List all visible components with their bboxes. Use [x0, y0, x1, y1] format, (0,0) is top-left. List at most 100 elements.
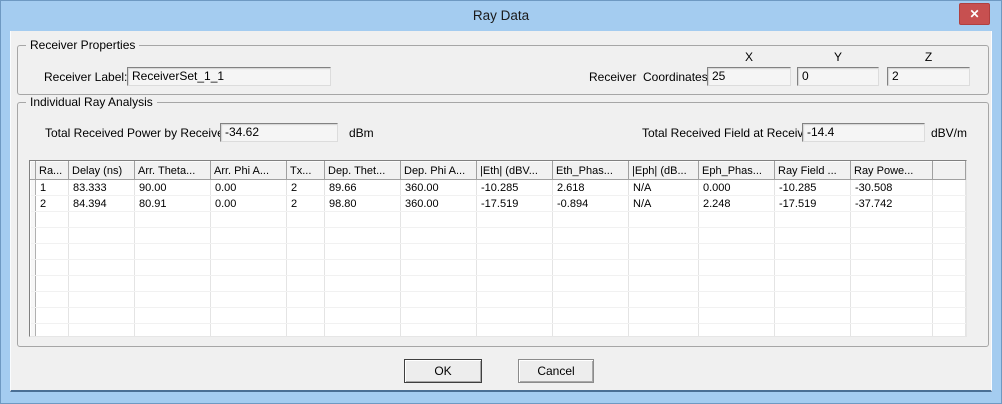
empty-cell — [629, 324, 699, 338]
ok-button[interactable]: OK — [404, 359, 482, 383]
empty-cell — [287, 276, 325, 292]
empty-cell — [477, 228, 553, 244]
empty-cell — [933, 308, 966, 324]
empty-row — [31, 324, 966, 338]
empty-cell — [287, 212, 325, 228]
empty-cell — [325, 212, 401, 228]
table-row[interactable]: 183.33390.000.00289.66360.00-10.2852.618… — [31, 180, 966, 196]
empty-cell — [553, 324, 629, 338]
total-field-caption: Total Received Field at Receiver: — [642, 126, 817, 140]
total-power-unit: dBm — [349, 126, 374, 140]
receiver-label-input[interactable]: ReceiverSet_1_1 — [127, 67, 331, 86]
cell-filler — [933, 180, 966, 196]
empty-cell — [477, 308, 553, 324]
empty-cell — [477, 276, 553, 292]
empty-cell — [325, 276, 401, 292]
empty-cell — [211, 324, 287, 338]
empty-cell — [36, 292, 69, 308]
column-header[interactable]: Ray Powe... — [851, 162, 933, 180]
empty-cell — [553, 308, 629, 324]
empty-cell — [287, 308, 325, 324]
empty-cell — [69, 292, 135, 308]
coordinate-z-input[interactable]: 2 — [887, 67, 970, 86]
empty-cell — [699, 260, 775, 276]
empty-cell — [401, 228, 477, 244]
empty-cell — [775, 292, 851, 308]
column-header[interactable]: Arr. Phi A... — [211, 162, 287, 180]
empty-cell — [325, 260, 401, 276]
column-header[interactable]: Tx... — [287, 162, 325, 180]
empty-cell — [851, 308, 933, 324]
empty-cell — [36, 244, 69, 260]
ray-data-table-container[interactable]: Ra...Delay (ns)Arr. Theta...Arr. Phi A..… — [29, 160, 967, 337]
ray-data-table: Ra...Delay (ns)Arr. Theta...Arr. Phi A..… — [30, 161, 966, 337]
empty-cell — [135, 292, 211, 308]
total-field-input[interactable]: -14.4 — [802, 123, 925, 142]
empty-cell — [775, 276, 851, 292]
cell: -30.508 — [851, 180, 933, 196]
empty-row — [31, 276, 966, 292]
empty-cell — [69, 228, 135, 244]
cell: -0.894 — [553, 196, 629, 212]
empty-cell — [401, 276, 477, 292]
coordinate-y-label: Y — [797, 50, 879, 64]
empty-cell — [477, 324, 553, 338]
empty-cell — [553, 244, 629, 260]
empty-cell — [933, 292, 966, 308]
empty-cell — [629, 308, 699, 324]
column-header[interactable]: |Eth| (dBV... — [477, 162, 553, 180]
empty-cell — [933, 324, 966, 338]
column-header[interactable]: Dep. Phi A... — [401, 162, 477, 180]
close-button[interactable]: ✕ — [959, 3, 990, 25]
cancel-button[interactable]: Cancel — [518, 359, 594, 383]
column-header[interactable]: Ray Field ... — [775, 162, 851, 180]
empty-cell — [211, 292, 287, 308]
empty-cell — [933, 212, 966, 228]
table-row[interactable]: 284.39480.910.00298.80360.00-17.519-0.89… — [31, 196, 966, 212]
receiver-label-caption: Receiver Label: — [44, 70, 127, 84]
empty-cell — [629, 276, 699, 292]
empty-cell — [135, 324, 211, 338]
cell: 89.66 — [325, 180, 401, 196]
empty-cell — [933, 244, 966, 260]
empty-cell — [287, 324, 325, 338]
cell: 84.394 — [69, 196, 135, 212]
column-header[interactable]: Ra... — [36, 162, 69, 180]
total-power-input[interactable]: -34.62 — [220, 123, 338, 142]
empty-cell — [287, 228, 325, 244]
total-power-caption: Total Received Power by Receiver: — [45, 126, 231, 140]
coordinate-x-input[interactable]: 25 — [707, 67, 791, 86]
receiver-properties-legend: Receiver Properties — [26, 38, 139, 52]
empty-row — [31, 292, 966, 308]
table-header-row: Ra...Delay (ns)Arr. Theta...Arr. Phi A..… — [31, 162, 966, 180]
empty-cell — [933, 260, 966, 276]
column-header[interactable]: Dep. Thet... — [325, 162, 401, 180]
empty-cell — [401, 260, 477, 276]
column-header[interactable]: Eph_Phas... — [699, 162, 775, 180]
cell-filler — [933, 196, 966, 212]
empty-row — [31, 308, 966, 324]
cell: -17.519 — [775, 196, 851, 212]
individual-ray-analysis-legend: Individual Ray Analysis — [26, 95, 157, 109]
empty-cell — [36, 308, 69, 324]
empty-cell — [775, 260, 851, 276]
column-header-filler — [933, 162, 966, 180]
column-header[interactable]: Arr. Theta... — [135, 162, 211, 180]
cell: -10.285 — [775, 180, 851, 196]
empty-cell — [851, 292, 933, 308]
empty-cell — [851, 324, 933, 338]
column-header[interactable]: Delay (ns) — [69, 162, 135, 180]
coordinate-y-input[interactable]: 0 — [797, 67, 879, 86]
cell: 98.80 — [325, 196, 401, 212]
column-header[interactable]: |Eph| (dB... — [629, 162, 699, 180]
empty-cell — [325, 324, 401, 338]
empty-cell — [36, 276, 69, 292]
close-icon: ✕ — [969, 7, 979, 21]
empty-cell — [699, 308, 775, 324]
coordinate-x-label: X — [707, 50, 791, 64]
empty-cell — [553, 260, 629, 276]
column-header[interactable]: Eth_Phas... — [553, 162, 629, 180]
titlebar[interactable]: Ray Data — [1, 1, 1001, 31]
empty-cell — [287, 292, 325, 308]
empty-cell — [553, 212, 629, 228]
